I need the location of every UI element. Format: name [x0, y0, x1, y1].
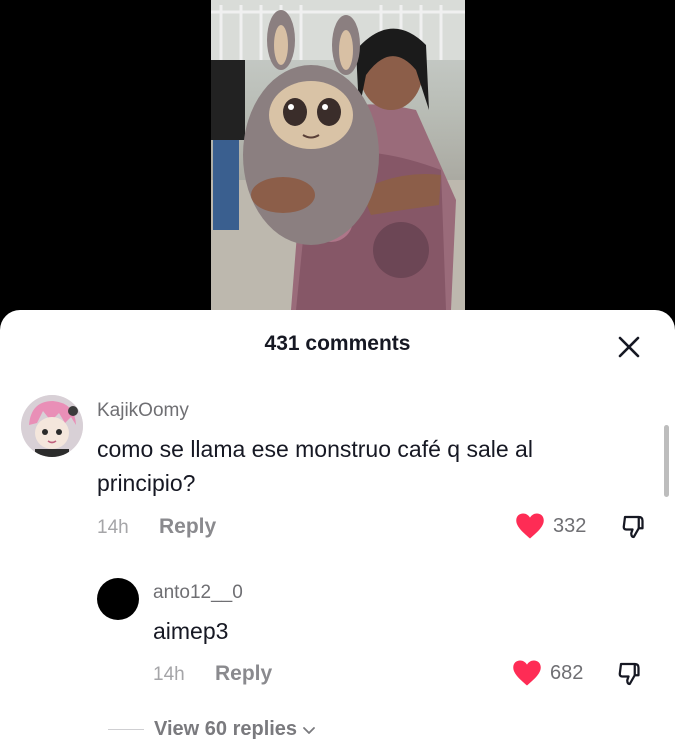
reply-reply-button[interactable]: Reply — [215, 662, 272, 686]
reply-like-count: 682 — [550, 661, 584, 684]
comment-timestamp: 14h — [97, 517, 129, 538]
black-circle-avatar-icon[interactable] — [97, 578, 139, 620]
close-icon — [618, 336, 640, 358]
video-frame[interactable] — [211, 0, 465, 310]
scrollbar[interactable] — [664, 425, 669, 497]
thumbs-down-icon — [622, 515, 644, 539]
comments-header: 431 comments — [0, 310, 675, 378]
video-area[interactable] — [0, 0, 675, 330]
like-button[interactable]: 332 — [515, 512, 586, 540]
reply-like-button[interactable]: 682 — [512, 659, 583, 687]
reply-text: aimep3 — [153, 618, 229, 644]
comments-sheet: 431 comments KajikOomy como se llama ese — [0, 310, 675, 754]
comment-count: 431 comments — [264, 332, 411, 355]
view-replies-label: View 60 replies — [154, 718, 298, 740]
close-button[interactable] — [612, 330, 646, 364]
view-replies-button[interactable]: View 60 replies — [108, 718, 317, 741]
comment-text: como se llama ese monstruo café q sale a… — [97, 436, 533, 496]
reply-dislike-button[interactable] — [616, 659, 646, 689]
like-count: 332 — [553, 514, 587, 537]
anime-avatar-icon[interactable] — [21, 395, 83, 457]
reply-username[interactable]: anto12__0 — [153, 582, 243, 604]
thumbs-down-icon — [618, 662, 640, 686]
replies-divider — [108, 729, 144, 730]
chevron-down-icon — [303, 726, 315, 734]
comment-username[interactable]: KajikOomy — [97, 400, 189, 422]
reply-timestamp: 14h — [153, 664, 185, 685]
heart-icon — [513, 660, 541, 686]
heart-icon — [516, 513, 544, 539]
reply-button[interactable]: Reply — [159, 515, 216, 539]
video-thumbnail-illustration — [211, 0, 465, 310]
dislike-button[interactable] — [620, 512, 650, 542]
